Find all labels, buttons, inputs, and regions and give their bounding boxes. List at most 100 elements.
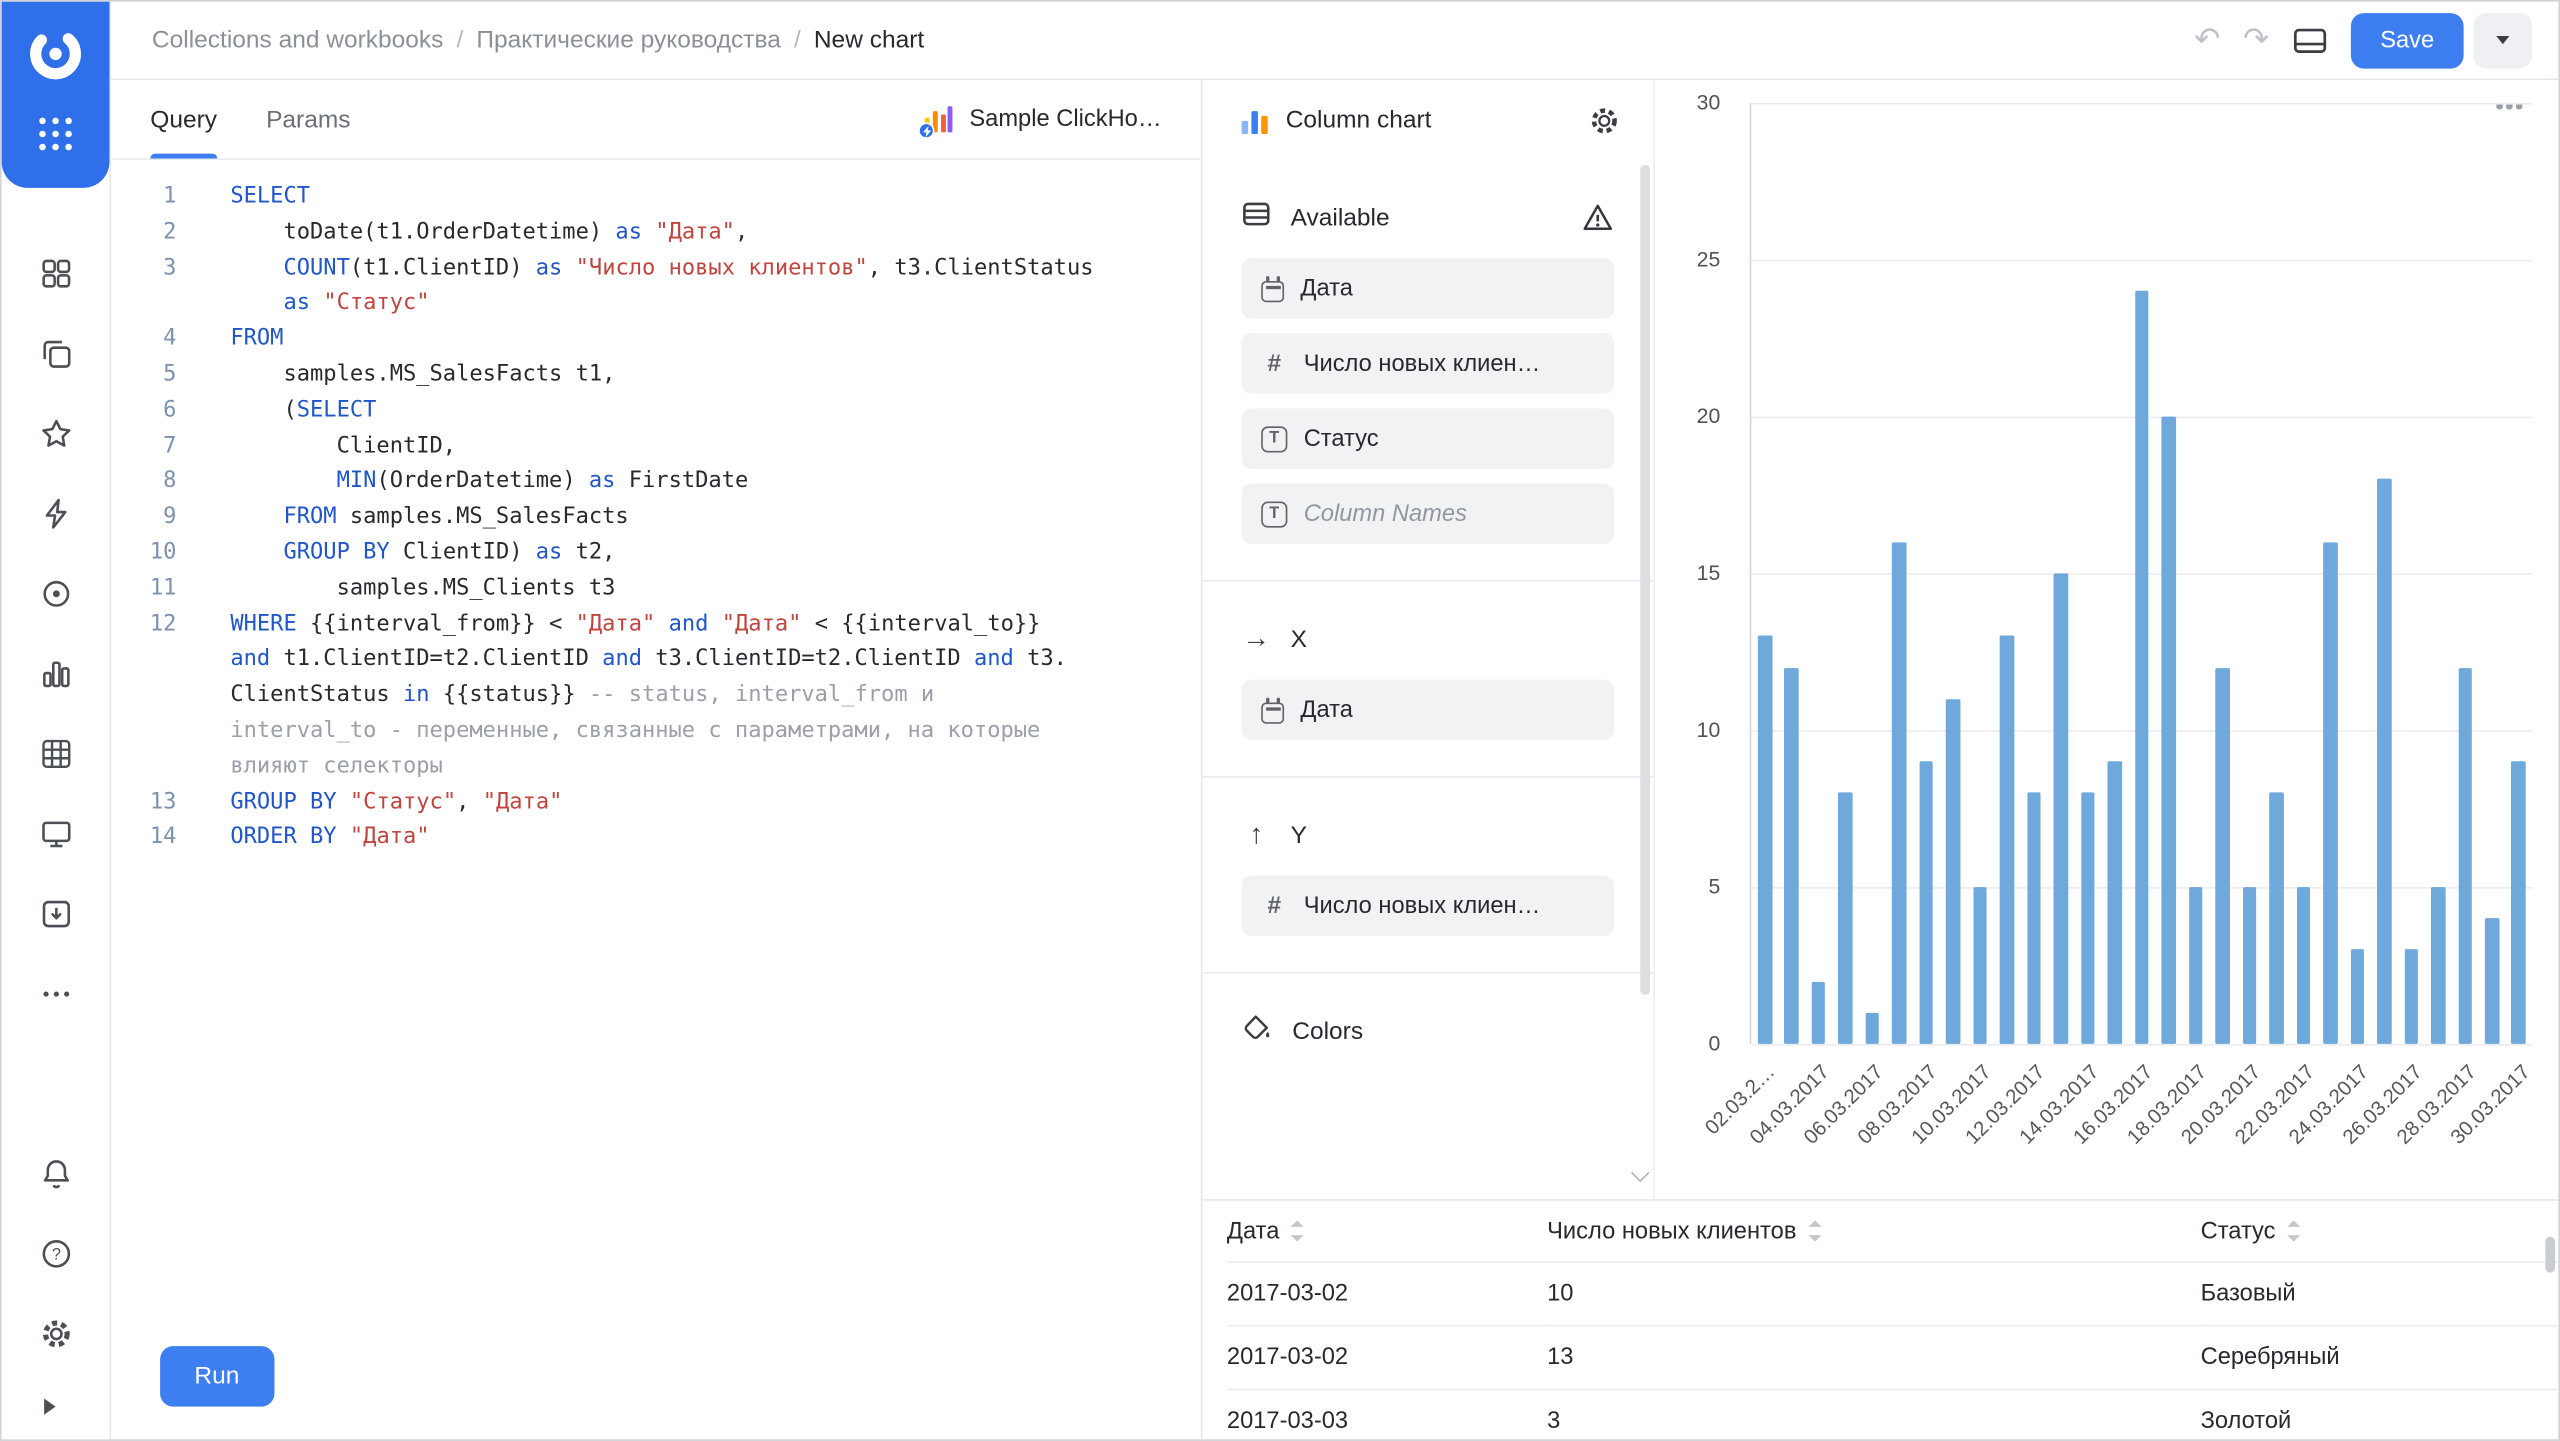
sort-icon[interactable]	[1291, 1220, 1306, 1241]
config-scrollbar[interactable]	[1640, 165, 1650, 995]
tab-query[interactable]: Query	[150, 80, 217, 158]
sql-editor[interactable]: 1SELECT2 toDate(t1.OrderDatetime) as "Да…	[111, 160, 1201, 1439]
field-chip[interactable]: Дата	[1242, 258, 1614, 318]
breadcrumb-workbook[interactable]: Практические руководства	[476, 26, 781, 54]
chart-config-panel: Column chart Avail	[1202, 80, 1655, 1199]
table-header-cell[interactable]: Дата	[1227, 1201, 1547, 1263]
code-line[interactable]: ClientStatus in {{status}} -- status, in…	[111, 678, 1201, 714]
code-line[interactable]: as "Статус"	[111, 287, 1201, 323]
code-line[interactable]: 9 FROM samples.MS_SalesFacts	[111, 500, 1201, 536]
chart-settings-gear-icon[interactable]	[1588, 104, 1621, 137]
datalens-logo-icon[interactable]	[18, 16, 93, 91]
chart-bar[interactable]	[2458, 668, 2472, 1044]
chart-bar[interactable]	[2242, 887, 2256, 1044]
chart-bar[interactable]	[2000, 636, 2014, 1044]
field-chip[interactable]: TColumn Names	[1242, 484, 1614, 544]
dataset-selector[interactable]: Sample ClickHo…	[922, 103, 1162, 136]
field-chip[interactable]: #Число новых клиен…	[1242, 876, 1614, 936]
code-line[interactable]: 8 MIN(OrderDatetime) as FirstDate	[111, 465, 1201, 501]
breadcrumb-collections[interactable]: Collections and workbooks	[152, 26, 444, 54]
preview-table: ДатаЧисло новых клиентовСтатус 2017-03-0…	[1202, 1199, 2558, 1439]
undo-icon[interactable]: ↶	[2194, 25, 2220, 56]
toggle-panels-icon[interactable]	[2292, 22, 2328, 58]
code-line[interactable]: 3 COUNT(t1.ClientID) as "Число новых кли…	[111, 251, 1201, 287]
chart-bar[interactable]	[2431, 887, 2445, 1044]
scroll-more-chevron-icon[interactable]	[1629, 1163, 1652, 1186]
chart-bar[interactable]	[2135, 291, 2149, 1044]
code-line[interactable]: and t1.ClientID=t2.ClientID and t3.Clien…	[111, 643, 1201, 679]
chart-bar[interactable]	[1892, 542, 1906, 1044]
sidebar-dashboards-icon[interactable]	[2, 234, 110, 314]
sort-icon[interactable]	[1808, 1220, 1823, 1241]
sidebar-tables-icon[interactable]	[2, 714, 110, 794]
chart-bar[interactable]	[1919, 762, 1933, 1044]
apps-grid-icon[interactable]	[39, 118, 72, 151]
code-line[interactable]: 14ORDER BY "Дата"	[111, 821, 1201, 857]
code-line[interactable]: 10 GROUP BY ClientID) as t2,	[111, 536, 1201, 572]
code-line[interactable]: влияют селекторы	[111, 749, 1201, 785]
chart-bar[interactable]	[2189, 887, 2203, 1044]
app-window: ? Collections and workbooks/Практические…	[0, 0, 2560, 1441]
chart-bar[interactable]	[1758, 636, 1772, 1044]
field-chip[interactable]: Дата	[1242, 680, 1614, 740]
table-header-cell[interactable]: Число новых клиентов	[1547, 1201, 2200, 1263]
save-button[interactable]: Save	[2351, 12, 2464, 68]
y-tick-label: 10	[1697, 717, 1721, 742]
code-line[interactable]: 13GROUP BY "Статус", "Дата"	[111, 785, 1201, 821]
chart-bar[interactable]	[2081, 793, 2095, 1044]
sidebar-more-icon[interactable]	[2, 954, 110, 1034]
table-scrollbar[interactable]	[2545, 1237, 2555, 1273]
help-icon[interactable]: ?	[2, 1214, 110, 1294]
sidebar-editor-icon[interactable]	[2, 474, 110, 554]
chart-bar[interactable]	[1865, 1013, 1879, 1044]
chart-bar[interactable]	[1812, 981, 1826, 1044]
chart-bar[interactable]	[2054, 573, 2068, 1044]
settings-gear-icon[interactable]	[2, 1294, 110, 1374]
chart-bar[interactable]	[2512, 762, 2526, 1044]
sidebar-storage-icon[interactable]	[2, 874, 110, 954]
sidebar-collections-icon[interactable]	[2, 314, 110, 394]
code-line[interactable]: 2 toDate(t1.OrderDatetime) as "Дата",	[111, 215, 1201, 251]
chart-type-selector[interactable]: Column chart	[1286, 106, 1432, 134]
chart-bar[interactable]	[1785, 668, 1799, 1044]
code-line[interactable]: 11 samples.MS_Clients t3	[111, 571, 1201, 607]
chart-bar[interactable]	[2377, 479, 2391, 1044]
run-button[interactable]: Run	[160, 1346, 274, 1406]
line-number: 8	[111, 465, 176, 501]
chart-bar[interactable]	[1839, 793, 1853, 1044]
field-chip[interactable]: TСтатус	[1242, 408, 1614, 468]
chart-bar[interactable]	[2269, 793, 2283, 1044]
chart-bar[interactable]	[2296, 887, 2310, 1044]
chart-bar[interactable]	[1946, 699, 1960, 1044]
chart-bar[interactable]	[2404, 950, 2418, 1044]
code-line[interactable]: interval_to - переменные, связанные с па…	[111, 714, 1201, 750]
chart-bar[interactable]	[2216, 668, 2230, 1044]
chart-bar[interactable]	[1973, 887, 1987, 1044]
save-options-button[interactable]	[2473, 12, 2532, 68]
chart-bar[interactable]	[2162, 417, 2176, 1044]
redo-icon[interactable]: ↷	[2243, 25, 2269, 56]
sidebar-charts-icon[interactable]	[2, 634, 110, 714]
warning-icon[interactable]	[1581, 201, 1614, 234]
field-chip[interactable]: #Число новых клиен…	[1242, 333, 1614, 393]
chart-bar[interactable]	[2350, 950, 2364, 1044]
chart-bar[interactable]	[2108, 762, 2122, 1044]
sidebar-collapse-icon[interactable]	[2, 1374, 110, 1439]
sidebar-favorites-icon[interactable]	[2, 394, 110, 474]
table-header-cell[interactable]: Статус	[2201, 1201, 2559, 1263]
line-number: 10	[111, 536, 176, 572]
sidebar-monitoring-icon[interactable]	[2, 794, 110, 874]
tab-params[interactable]: Params	[266, 80, 350, 158]
code-line[interactable]: 4FROM	[111, 322, 1201, 358]
code-line[interactable]: 5 samples.MS_SalesFacts t1,	[111, 358, 1201, 394]
chart-bar[interactable]	[2027, 793, 2041, 1044]
code-line[interactable]: 1SELECT	[111, 180, 1201, 216]
sidebar-services-icon[interactable]	[2, 554, 110, 634]
code-line[interactable]: 12WHERE {{interval_from}} < "Дата" and "…	[111, 607, 1201, 643]
code-line[interactable]: 6 (SELECT	[111, 393, 1201, 429]
chart-bar[interactable]	[2485, 918, 2499, 1043]
notifications-bell-icon[interactable]	[2, 1134, 110, 1214]
sort-icon[interactable]	[2287, 1220, 2302, 1241]
chart-bar[interactable]	[2323, 542, 2337, 1044]
code-line[interactable]: 7 ClientID,	[111, 429, 1201, 465]
